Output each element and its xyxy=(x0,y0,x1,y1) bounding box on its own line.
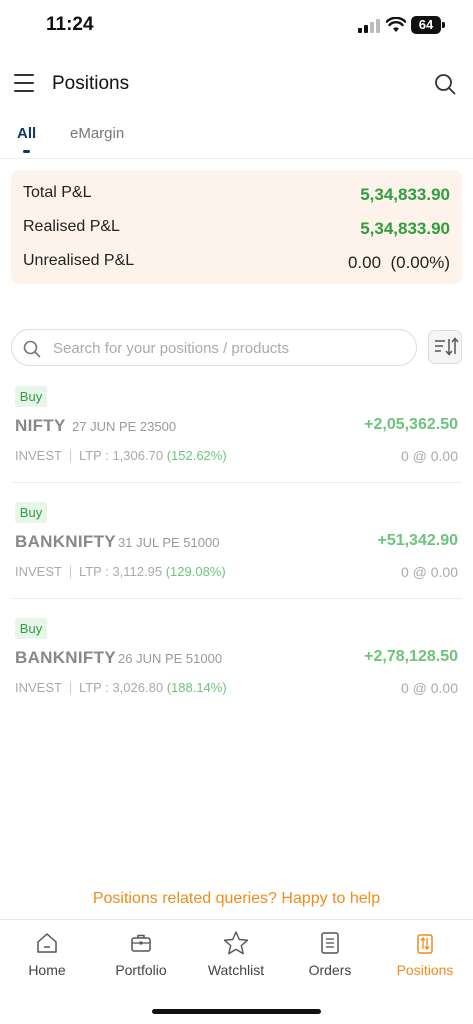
ltp-change: (188.14%) xyxy=(166,680,227,695)
search-placeholder: Search for your positions / products xyxy=(53,340,289,357)
home-indicator xyxy=(152,1009,321,1014)
cellular-signal-icon xyxy=(358,19,380,33)
position-meta: INVEST LTP : 3,026.80 (188.14%) xyxy=(15,680,227,695)
ltp-value: LTP : 1,306.70 xyxy=(78,448,164,463)
realised-pnl-label: Realised P&L xyxy=(23,218,120,235)
position-row[interactable]: Buy BANKNIFTY 26 JUN PE 51000 +2,78,128.… xyxy=(0,618,473,734)
row-divider xyxy=(11,482,462,483)
search-icon[interactable] xyxy=(433,72,457,96)
positions-icon xyxy=(417,934,433,954)
orders-list-icon xyxy=(321,932,339,954)
nav-orders[interactable]: Orders xyxy=(283,930,377,978)
nav-watchlist-label: Watchlist xyxy=(207,962,265,978)
nav-orders-label: Orders xyxy=(308,962,352,978)
ltp-value: LTP : 3,026.80 xyxy=(78,680,164,695)
nav-portfolio[interactable]: Portfolio xyxy=(94,930,188,978)
position-row[interactable]: Buy NIFTY 27 JUN PE 23500 +2,05,362.50 I… xyxy=(0,386,473,502)
help-link[interactable]: Positions related queries? Happy to help xyxy=(0,890,473,908)
total-pnl-value: 5,34,833.90 xyxy=(360,185,450,204)
position-contract: 31 JUL PE 51000 xyxy=(118,535,220,550)
total-pnl-label: Total P&L xyxy=(23,184,92,201)
unrealised-pnl-label: Unrealised P&L xyxy=(23,252,135,269)
nav-positions[interactable]: Positions xyxy=(378,930,472,978)
pnl-summary-card: Total P&L 5,34,833.90 Realised P&L 5,34,… xyxy=(11,170,462,284)
battery-cap xyxy=(442,22,445,28)
nav-home-label: Home xyxy=(28,962,66,978)
star-icon xyxy=(223,931,249,955)
product-type: INVEST xyxy=(15,680,62,695)
tab-all[interactable]: All xyxy=(17,125,36,142)
position-meta: INVEST LTP : 3,112.95 (129.08%) xyxy=(15,564,226,579)
tab-emargin[interactable]: eMargin xyxy=(70,125,124,142)
position-row[interactable]: Buy BANKNIFTY 31 JUL PE 51000 +51,342.90… xyxy=(0,502,473,618)
nav-portfolio-label: Portfolio xyxy=(115,962,167,978)
position-symbol: NIFTY xyxy=(15,416,66,435)
status-time: 11:24 xyxy=(46,14,94,35)
positions-search-input[interactable]: Search for your positions / products xyxy=(11,329,417,366)
unrealised-pnl-value: 0.00 (0.00%) xyxy=(347,253,450,272)
product-type: INVEST xyxy=(15,448,62,463)
buy-badge: Buy xyxy=(15,502,47,523)
row-divider xyxy=(11,598,462,599)
ltp-value: LTP : 3,112.95 xyxy=(78,564,163,579)
position-qty: 0 @ 0.00 xyxy=(400,448,458,464)
wifi-icon xyxy=(386,17,406,32)
home-icon xyxy=(37,933,57,953)
nav-watchlist[interactable]: Watchlist xyxy=(189,930,283,978)
search-field-icon xyxy=(23,340,41,358)
menu-icon[interactable] xyxy=(14,74,34,93)
realised-pnl-value: 5,34,833.90 xyxy=(360,219,450,238)
page-title: Positions xyxy=(52,73,130,94)
tab-divider xyxy=(0,158,473,159)
position-symbol: BANKNIFTY xyxy=(15,648,116,667)
buy-badge: Buy xyxy=(15,386,47,407)
buy-badge: Buy xyxy=(15,618,47,639)
ltp-change: (152.62%) xyxy=(166,448,227,463)
position-contract: 26 JUN PE 51000 xyxy=(118,651,223,666)
position-qty: 0 @ 0.00 xyxy=(400,564,458,580)
position-meta: INVEST LTP : 1,306.70 (152.62%) xyxy=(15,448,227,463)
product-type: INVEST xyxy=(15,564,62,579)
nav-home[interactable]: Home xyxy=(0,930,94,978)
position-qty: 0 @ 0.00 xyxy=(400,680,458,696)
position-contract: 27 JUN PE 23500 xyxy=(72,419,177,434)
nav-positions-label: Positions xyxy=(396,962,454,978)
sort-icon xyxy=(435,337,459,356)
battery-icon: 64 xyxy=(411,16,441,34)
ltp-change: (129.08%) xyxy=(165,564,226,579)
position-pnl: +2,78,128.50 xyxy=(364,648,458,665)
sort-filter-button[interactable] xyxy=(428,330,462,364)
active-tab-indicator xyxy=(23,150,30,153)
position-pnl: +2,05,362.50 xyxy=(364,416,458,433)
position-symbol: BANKNIFTY xyxy=(15,532,116,551)
position-pnl: +51,342.90 xyxy=(377,532,458,549)
briefcase-icon xyxy=(131,934,151,952)
